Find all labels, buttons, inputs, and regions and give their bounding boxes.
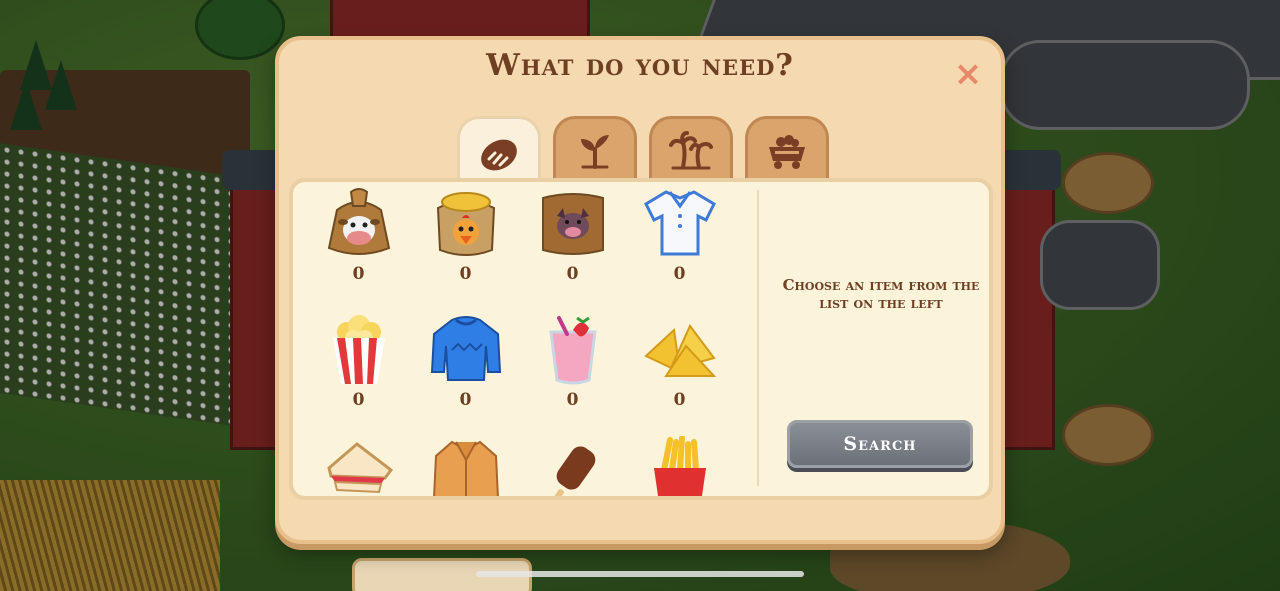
item-count: 0 xyxy=(459,390,472,410)
cow-feed-sack-icon xyxy=(327,188,390,255)
instruction-text: Choose an item from the list on the left xyxy=(782,276,980,312)
item-count: 0 xyxy=(673,264,686,284)
tab-crops[interactable] xyxy=(553,116,637,182)
item-sweater[interactable]: 0 xyxy=(412,310,519,436)
tab-food[interactable] xyxy=(457,116,541,186)
strawberry-smoothie-icon xyxy=(548,316,597,385)
item-count: 0 xyxy=(352,390,365,410)
item-cow-feed[interactable]: 0 xyxy=(305,184,412,310)
chocolate-ice-cream-bar-icon xyxy=(547,446,595,496)
item-nachos[interactable]: 0 xyxy=(626,310,733,436)
french-fries-icon xyxy=(653,436,706,496)
item-pig-feed[interactable]: 0 xyxy=(519,184,626,310)
coat-icon xyxy=(432,440,499,496)
chicken-feed-sack-icon xyxy=(436,192,495,256)
shirt-icon xyxy=(643,190,716,256)
sandwich-icon xyxy=(326,442,393,494)
item-grid: 0 0 0 0 0 0 0 0 xyxy=(293,182,755,496)
mine-cart-icon xyxy=(769,134,805,169)
tab-island[interactable] xyxy=(649,116,733,182)
item-sandwich[interactable]: 0 xyxy=(305,436,412,496)
popcorn-icon xyxy=(332,315,385,384)
pig-feed-sack-icon xyxy=(541,193,604,255)
nachos-icon xyxy=(643,324,716,377)
what-do-you-need-dialog: What do you need? × 0 0 0 0 0 0 0 0 Choo… xyxy=(275,36,1005,544)
item-count: 0 xyxy=(673,390,686,410)
item-count: 0 xyxy=(352,264,365,284)
item-count: 0 xyxy=(459,264,472,284)
close-button[interactable]: × xyxy=(953,57,983,91)
item-panel: 0 0 0 0 0 0 0 0 Choose an item from the … xyxy=(289,178,993,500)
item-smoothie[interactable]: 0 xyxy=(519,310,626,436)
dialog-title: What do you need? xyxy=(486,48,794,83)
close-icon: × xyxy=(953,54,983,94)
sprout-icon xyxy=(581,134,609,169)
panel-divider xyxy=(757,190,759,486)
item-popcorn[interactable]: 0 xyxy=(305,310,412,436)
item-count: 0 xyxy=(566,390,579,410)
sweater-icon xyxy=(430,316,501,381)
item-french-fries[interactable]: 0 xyxy=(626,436,733,496)
category-tabs xyxy=(457,116,829,186)
bread-icon xyxy=(481,139,517,170)
item-ice-cream-bar[interactable]: 0 xyxy=(519,436,626,496)
item-coat[interactable]: 0 xyxy=(412,436,519,496)
item-chicken-feed[interactable]: 0 xyxy=(412,184,519,310)
palm-trees-icon xyxy=(669,130,713,169)
home-indicator[interactable] xyxy=(476,571,804,577)
tab-mine[interactable] xyxy=(745,116,829,182)
search-button[interactable]: Search xyxy=(787,420,973,468)
item-count: 0 xyxy=(566,264,579,284)
item-shirt[interactable]: 0 xyxy=(626,184,733,310)
